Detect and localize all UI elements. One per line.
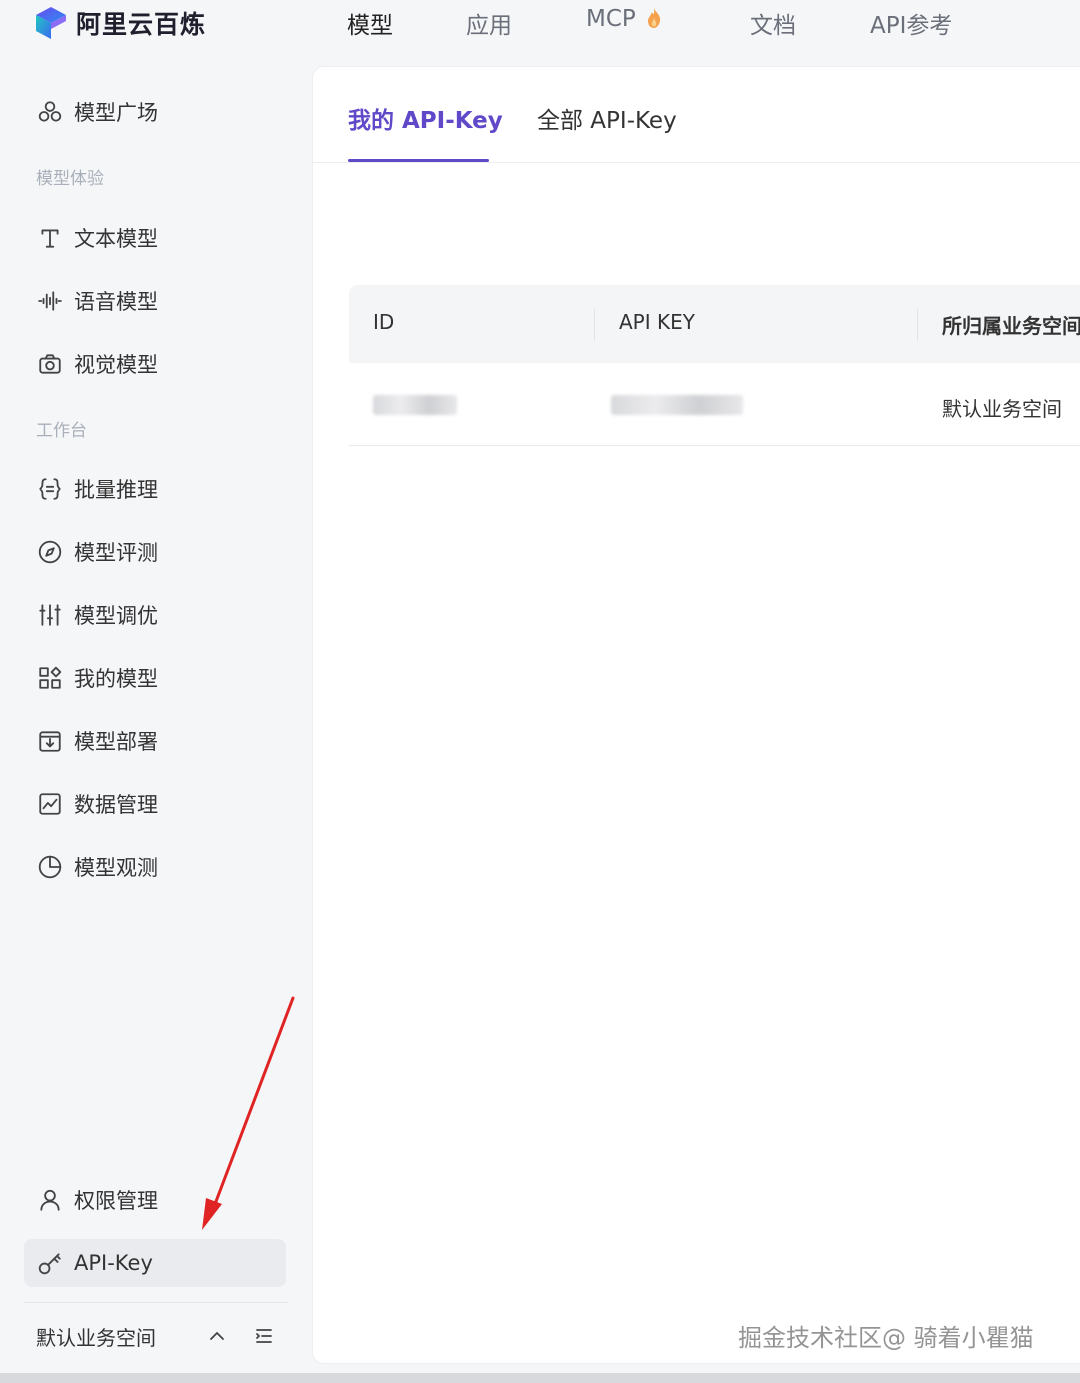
sidebar-divider [24,1302,288,1303]
active-tab-indicator [348,159,489,162]
app-logo[interactable]: 阿里云百炼 [34,5,206,41]
compass-icon [36,538,64,566]
nav-model[interactable]: 模型 [347,6,393,40]
sidebar-item-label: 语音模型 [74,290,158,314]
column-divider [917,309,918,341]
sidebar-item-data-management[interactable]: 数据管理 [36,787,158,821]
key-icon [36,1249,64,1277]
sidebar-item-model-eval[interactable]: 模型评测 [36,535,158,569]
column-header-api-key: API KEY [619,310,695,334]
nav-mcp[interactable]: MCP [586,6,662,32]
sidebar-item-model-deploy[interactable]: 模型部署 [36,724,158,758]
pie-chart-icon [36,853,64,881]
sidebar-item-model-tuning[interactable]: 模型调优 [36,598,158,632]
nav-app[interactable]: 应用 [466,6,512,40]
sidebar-item-permissions[interactable]: 权限管理 [36,1183,158,1217]
sidebar-item-api-key[interactable]: API-Key [24,1239,286,1287]
model-square-icon [36,98,64,126]
sidebar-item-label: 我的模型 [74,667,158,691]
sidebar-item-vision-model[interactable]: 视觉模型 [36,347,158,381]
annotation-arrow [202,996,295,1230]
table-header: ID API KEY 所归属业务空间 [349,285,1080,363]
top-bar: 阿里云百炼 模型 应用 MCP 文档 API参考 [0,0,1080,56]
column-header-workspace: 所归属业务空间 [942,314,1080,338]
flame-icon [647,8,660,28]
blurred-api-key [611,395,743,415]
workspace-name[interactable]: 默认业务空间 [36,1322,156,1351]
sidebar-item-label: 文本模型 [74,227,158,251]
sidebar-item-text-model[interactable]: 文本模型 [36,221,158,255]
sidebar-item-audio-model[interactable]: 语音模型 [36,284,158,318]
deploy-icon [36,727,64,755]
sidebar-group-title: 工作台 [36,421,87,441]
sidebar-item-label: 模型广场 [74,101,158,125]
sidebar-item-label: 视觉模型 [74,353,158,377]
user-icon [36,1186,64,1214]
sidebar-group-title: 模型体验 [36,169,104,189]
sidebar-item-my-models[interactable]: 我的模型 [36,661,158,695]
tab-all-api-key[interactable]: 全部 API-Key [537,101,677,135]
nav-docs[interactable]: 文档 [750,6,796,40]
sidebar-item-label: 数据管理 [74,793,158,817]
nav-mcp-label: MCP [586,6,636,32]
tab-my-api-key[interactable]: 我的 API-Key [348,101,503,135]
sidebar-item-label: 模型部署 [74,730,158,754]
sliders-icon [36,601,64,629]
nav-api-reference[interactable]: API参考 [870,6,952,40]
column-header-id: ID [373,310,395,334]
camera-icon [36,350,64,378]
apps-icon [36,664,64,692]
tab-bar: 我的 API-Key 全部 API-Key [313,67,1080,163]
table-row[interactable]: 默认业务空间 [349,363,1080,446]
braces-icon [36,475,64,503]
sidebar-item-label: 模型观测 [74,856,158,880]
sidebar-item-batch-inference[interactable]: 批量推理 [36,472,158,506]
sidebar-item-label: 模型调优 [74,604,158,628]
text-icon [36,224,64,252]
chevron-up-icon[interactable] [205,1324,229,1348]
sidebar-item-label: 模型评测 [74,541,158,565]
audio-wave-icon [36,287,64,315]
main-panel: 我的 API-Key 全部 API-Key ID API KEY 所归属业务空间… [312,66,1080,1364]
window-bottom-edge [0,1373,1080,1383]
watermark: 掘金技术社区@ 骑着小瞿猫 [738,1324,1034,1352]
sidebar-item-label: 批量推理 [74,478,158,502]
collapse-menu-icon[interactable] [252,1324,276,1348]
chart-icon [36,790,64,818]
row-workspace: 默认业务空间 [942,397,1062,421]
bailian-logo-icon [36,7,66,39]
sidebar-item-model-square[interactable]: 模型广场 [36,95,158,129]
sidebar-item-model-observe[interactable]: 模型观测 [36,850,158,884]
sidebar-item-label: API-Key [74,1251,153,1275]
column-divider [594,309,595,341]
sidebar-item-label: 权限管理 [74,1189,158,1213]
blurred-id [373,395,457,415]
app-name: 阿里云百炼 [76,10,207,39]
